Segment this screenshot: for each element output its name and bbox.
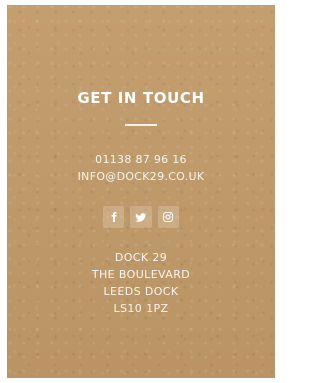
social-links [103,206,179,228]
email-link[interactable]: INFO@DOCK29.CO.UK [7,168,275,185]
facebook-icon [108,211,120,223]
twitter-button[interactable] [130,206,152,228]
instagram-button[interactable] [157,206,179,228]
address-line: THE BOULEVARD [91,268,191,281]
contact-card: GET IN TOUCH 01138 87 96 16 INFO@DOCK29.… [7,5,275,378]
address-line: LEEDS DOCK [103,285,179,298]
facebook-button[interactable] [103,206,125,228]
phone-link[interactable]: 01138 87 96 16 [7,151,275,168]
address-line: LS10 1PZ [113,302,169,315]
address-block: DOCK 29 THE BOULEVARD LEEDS DOCK LS10 1P… [7,249,275,317]
address-line: DOCK 29 [114,251,168,264]
twitter-icon [134,211,147,224]
contact-info: 01138 87 96 16 INFO@DOCK29.CO.UK [7,151,275,185]
title-divider [125,124,157,126]
instagram-icon [162,211,174,223]
contact-title: GET IN TOUCH [77,89,205,107]
